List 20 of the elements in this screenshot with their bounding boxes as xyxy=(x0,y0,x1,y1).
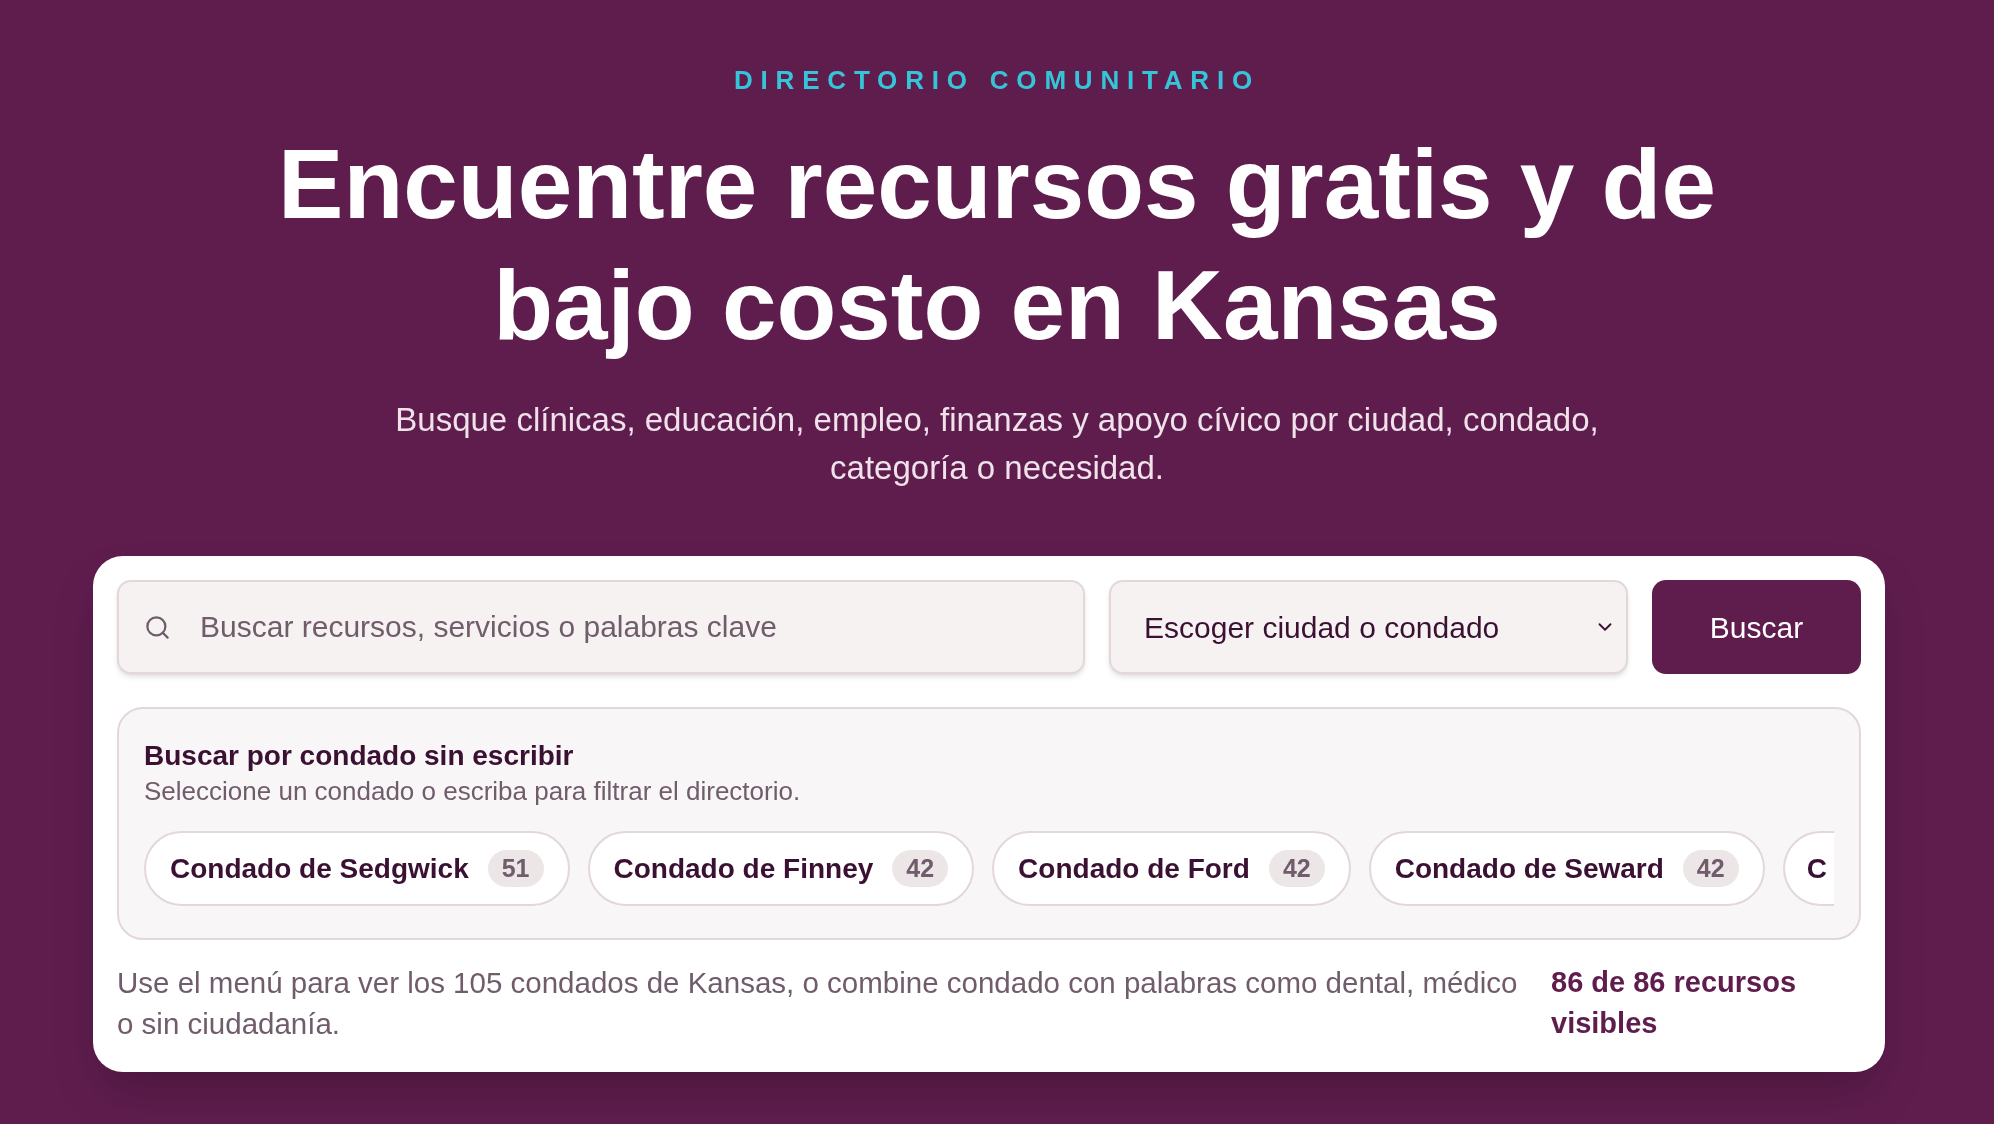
count-badge: 42 xyxy=(892,850,949,887)
county-chip[interactable]: C xyxy=(1782,831,1834,906)
eyebrow-label: DIRECTORIO COMUNITARIO xyxy=(734,64,1260,96)
page-subtitle: Busque clínicas, educación, empleo, finanzas y apoyo cívico por ciudad, condado, categoría o necesidad. xyxy=(394,400,1600,488)
search-icon xyxy=(144,614,171,641)
county-chip[interactable]: Condado de Finney 42 xyxy=(587,831,975,906)
count-badge: 42 xyxy=(1268,850,1325,887)
help-text: Use el menú para ver los 105 condados de Kansas, o combine condado con palabras como dental, médico o sin ciudadanía. xyxy=(117,965,1519,1042)
search-field[interactable]: Buscar recursos, servicios o palabras clave xyxy=(117,580,1085,674)
county-chip[interactable]: Condado de Ford 42 xyxy=(992,831,1351,906)
county-chip[interactable]: Condado de Seward 42 xyxy=(1368,831,1765,906)
count-badge: 42 xyxy=(1682,850,1739,887)
location-select[interactable]: Escoger ciudad o condado xyxy=(1109,580,1628,674)
page-title: Encuentre recursos gratis y de bajo costo en Kansas xyxy=(277,128,1717,362)
result-count: 86 de 86 recursos visibles xyxy=(1551,965,1798,1041)
panel-title: Buscar por condado sin escribir xyxy=(144,739,575,773)
search-button[interactable]: Buscar xyxy=(1652,580,1861,674)
county-chip[interactable]: Condado de Sedgwick 51 xyxy=(144,831,570,906)
count-badge: 51 xyxy=(487,850,544,887)
panel-hint: Seleccione un condado o escriba para filtrar el directorio. xyxy=(144,775,802,807)
